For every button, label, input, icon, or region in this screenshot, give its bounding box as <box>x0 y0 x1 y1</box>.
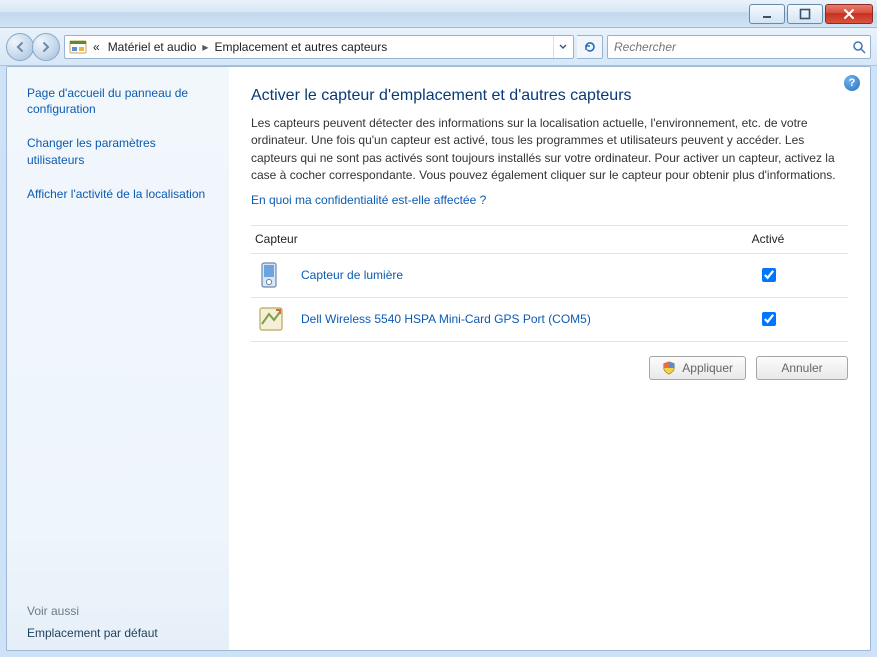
breadcrumb-location-sensors[interactable]: Emplacement et autres capteurs <box>210 40 391 54</box>
table-row: Capteur de lumière <box>251 254 848 298</box>
sidebar-link-default-location[interactable]: Emplacement par défaut <box>27 626 213 640</box>
address-bar[interactable]: « Matériel et audio ▸ Emplacement et aut… <box>64 35 574 59</box>
sidebar: Page d'accueil du panneau de configurati… <box>7 67 229 650</box>
enable-checkbox-gps[interactable] <box>762 312 776 326</box>
button-row: Appliquer Annuler <box>251 356 848 380</box>
refresh-icon <box>583 40 597 54</box>
privacy-link[interactable]: En quoi ma confidentialité est-elle affe… <box>251 193 848 207</box>
breadcrumb-prefix: « <box>89 40 104 54</box>
table-header: Capteur Activé <box>251 226 848 254</box>
apply-button[interactable]: Appliquer <box>649 356 746 380</box>
arrow-right-icon <box>40 41 52 53</box>
search-box[interactable] <box>607 35 871 59</box>
breadcrumb-hardware-audio[interactable]: Matériel et audio <box>104 40 201 54</box>
refresh-button[interactable] <box>577 35 603 59</box>
chevron-down-icon <box>559 43 567 51</box>
sensor-link-gps[interactable]: Dell Wireless 5540 HSPA Mini-Card GPS Po… <box>301 312 591 326</box>
content-frame: Page d'accueil du panneau de configurati… <box>6 66 871 651</box>
light-sensor-icon <box>255 259 287 291</box>
nav-back-button[interactable] <box>6 33 34 61</box>
page-title: Activer le capteur d'emplacement et d'au… <box>251 87 848 105</box>
cancel-button-label: Annuler <box>781 361 822 375</box>
window-titlebar <box>0 0 877 28</box>
control-panel-icon <box>67 37 89 57</box>
cancel-button[interactable]: Annuler <box>756 356 848 380</box>
minimize-button[interactable] <box>749 4 785 24</box>
help-button[interactable]: ? <box>844 75 860 91</box>
search-input[interactable] <box>612 39 852 55</box>
main-panel: ? Activer le capteur d'emplacement et d'… <box>229 67 870 650</box>
see-also-label: Voir aussi <box>27 604 213 618</box>
column-header-enabled: Activé <box>688 232 848 246</box>
maximize-button[interactable] <box>787 4 823 24</box>
sensor-link-light[interactable]: Capteur de lumière <box>301 268 403 282</box>
toolbar: « Matériel et audio ▸ Emplacement et aut… <box>0 28 877 66</box>
apply-button-label: Appliquer <box>682 361 733 375</box>
gps-sensor-icon <box>255 303 287 335</box>
chevron-right-icon: ▸ <box>200 40 210 54</box>
sidebar-link-control-panel-home[interactable]: Page d'accueil du panneau de configurati… <box>27 85 213 117</box>
enable-checkbox-light[interactable] <box>762 268 776 282</box>
sensors-table: Capteur Activé Capteur de lumière Dell W… <box>251 225 848 342</box>
search-icon <box>852 40 866 54</box>
sidebar-link-view-location-activity[interactable]: Afficher l'activité de la localisation <box>27 186 213 202</box>
page-description: Les capteurs peuvent détecter des inform… <box>251 115 848 185</box>
uac-shield-icon <box>662 361 676 375</box>
arrow-left-icon <box>14 41 26 53</box>
table-row: Dell Wireless 5540 HSPA Mini-Card GPS Po… <box>251 298 848 342</box>
column-header-sensor: Capteur <box>251 232 688 246</box>
nav-forward-button[interactable] <box>32 33 60 61</box>
address-dropdown[interactable] <box>553 36 571 58</box>
close-button[interactable] <box>825 4 873 24</box>
sidebar-link-change-user-settings[interactable]: Changer les paramètres utilisateurs <box>27 135 213 167</box>
